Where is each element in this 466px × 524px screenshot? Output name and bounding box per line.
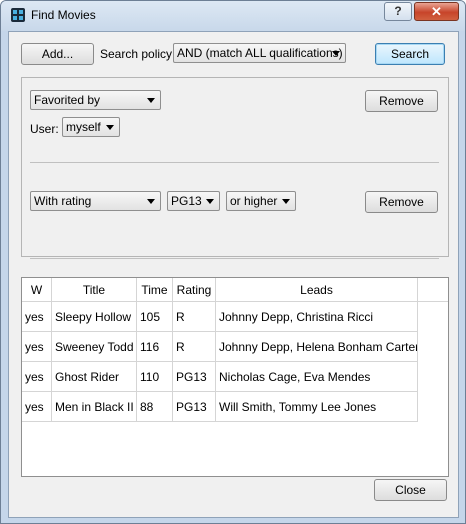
rating-select[interactable]: PG13	[167, 191, 220, 211]
cell-rating: PG13	[173, 392, 216, 422]
remove-favorited-button[interactable]: Remove	[365, 90, 438, 112]
chevron-down-icon	[106, 125, 114, 130]
cell-leads: Nicholas Cage, Eva Mendes	[216, 362, 418, 392]
cell-rating: R	[173, 332, 216, 362]
criteria-divider	[30, 162, 439, 163]
table-row[interactable]: yes Sweeney Todd 116 R Johnny Depp, Hele…	[22, 332, 418, 362]
column-header-filler	[418, 278, 448, 302]
chevron-down-icon	[147, 98, 155, 103]
cell-leads: Johnny Depp, Helena Bonham Carter	[216, 332, 418, 362]
cell-time: 88	[137, 392, 173, 422]
criterion-field-value: Favorited by	[34, 93, 101, 107]
cell-title: Men in Black II	[52, 392, 137, 422]
user-label: User:	[30, 122, 59, 136]
cell-time: 116	[137, 332, 173, 362]
cell-w: yes	[22, 332, 52, 362]
results-table[interactable]: W Title Time Rating Leads yes Sleepy Hol…	[21, 277, 449, 477]
search-policy-value: AND (match ALL qualifications)	[177, 46, 343, 60]
comparator-select[interactable]: or higher	[226, 191, 296, 211]
dialog-body: Add... Search policy: AND (match ALL qua…	[8, 31, 459, 518]
title-bar[interactable]: Find Movies ? ✕	[1, 1, 465, 31]
cell-title: Sweeney Todd	[52, 332, 137, 362]
cell-time: 110	[137, 362, 173, 392]
column-header-w[interactable]: W	[22, 278, 52, 302]
cell-w: yes	[22, 362, 52, 392]
column-header-title[interactable]: Title	[52, 278, 137, 302]
chevron-down-icon	[206, 199, 214, 204]
rating-value: PG13	[171, 194, 202, 208]
search-policy-label: Search policy:	[100, 47, 176, 61]
add-button[interactable]: Add...	[21, 43, 94, 65]
table-header: W Title Time Rating Leads	[22, 278, 448, 302]
comparator-value: or higher	[230, 194, 278, 208]
search-policy-select[interactable]: AND (match ALL qualifications)	[173, 43, 346, 63]
window-title: Find Movies	[31, 8, 96, 22]
window-close-button[interactable]: ✕	[414, 2, 459, 21]
user-select[interactable]: myself	[62, 117, 120, 137]
criterion-field-select-favorited[interactable]: Favorited by	[30, 90, 161, 110]
search-button[interactable]: Search	[375, 43, 445, 65]
cell-time: 105	[137, 302, 173, 332]
cell-rating: PG13	[173, 362, 216, 392]
criteria-divider	[30, 258, 439, 259]
cell-w: yes	[22, 392, 52, 422]
close-button[interactable]: Close	[374, 479, 447, 501]
user-value: myself	[66, 120, 101, 134]
criterion-field-value: With rating	[34, 194, 92, 208]
table-row[interactable]: yes Sleepy Hollow 105 R Johnny Depp, Chr…	[22, 302, 418, 332]
cell-title: Sleepy Hollow	[52, 302, 137, 332]
help-button[interactable]: ?	[384, 2, 412, 21]
table-row[interactable]: yes Men in Black II 88 PG13 Will Smith, …	[22, 392, 418, 422]
criterion-field-select-rating[interactable]: With rating	[30, 191, 161, 211]
table-row[interactable]: yes Ghost Rider 110 PG13 Nicholas Cage, …	[22, 362, 418, 392]
chevron-down-icon	[147, 199, 155, 204]
chevron-down-icon	[332, 51, 340, 56]
cell-leads: Johnny Depp, Christina Ricci	[216, 302, 418, 332]
remove-rating-button[interactable]: Remove	[365, 191, 438, 213]
cell-w: yes	[22, 302, 52, 332]
criteria-panel: Favorited by Remove User: myself With ra…	[21, 77, 449, 259]
cell-rating: R	[173, 302, 216, 332]
column-header-time[interactable]: Time	[137, 278, 173, 302]
cell-leads: Will Smith, Tommy Lee Jones	[216, 392, 418, 422]
column-header-rating[interactable]: Rating	[173, 278, 216, 302]
film-reel-icon	[11, 8, 25, 22]
chevron-down-icon	[282, 199, 290, 204]
column-header-leads[interactable]: Leads	[216, 278, 418, 302]
cell-title: Ghost Rider	[52, 362, 137, 392]
find-movies-window: Find Movies ? ✕ Add... Search policy: AN…	[0, 0, 466, 524]
